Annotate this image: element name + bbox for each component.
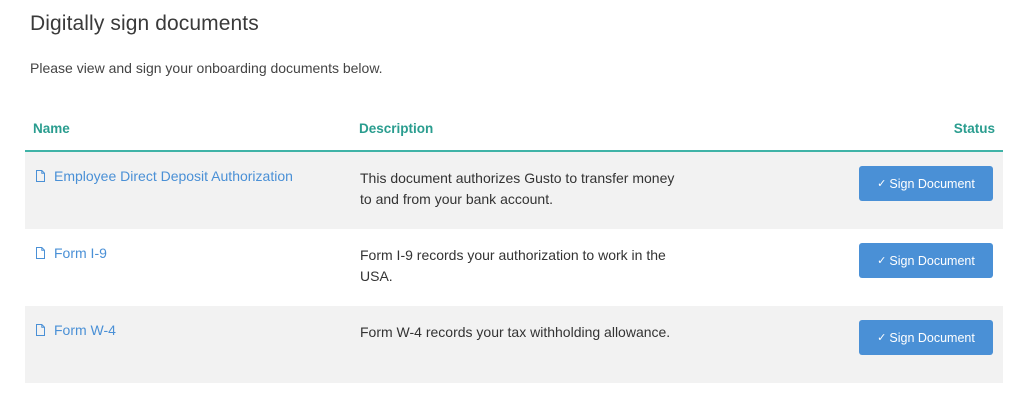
column-header-name: Name [33, 121, 70, 136]
check-icon: ✓ [877, 178, 887, 190]
table-header: Name Description Status [25, 112, 1003, 152]
document-link[interactable]: Form W-4 [35, 322, 116, 338]
sign-document-button[interactable]: ✓ Sign Document [859, 243, 993, 278]
sign-document-button[interactable]: ✓ Sign Document [859, 166, 993, 201]
document-description: This document authorizes Gusto to transf… [360, 170, 675, 207]
sign-documents-page: Digitally sign documents Please view and… [0, 0, 1024, 401]
documents-table: Name Description Status Employee Direct … [25, 112, 1003, 383]
document-link[interactable]: Form I-9 [35, 245, 107, 261]
table-row: Form I-9 Form I-9 records your authoriza… [25, 229, 1003, 306]
document-icon [36, 247, 45, 259]
sign-document-button[interactable]: ✓ Sign Document [859, 320, 993, 355]
table-row: Form W-4 Form W-4 records your tax withh… [25, 306, 1003, 383]
table-row: Employee Direct Deposit Authorization Th… [25, 152, 1003, 229]
document-icon [36, 170, 45, 182]
check-icon: ✓ [877, 332, 887, 344]
page-title: Digitally sign documents [30, 12, 259, 35]
document-description: Form W-4 records your tax withholding al… [360, 324, 671, 340]
document-name: Employee Direct Deposit Authorization [54, 168, 293, 184]
sign-document-label: Sign Document [889, 253, 975, 268]
column-header-description: Description [359, 121, 434, 136]
document-link[interactable]: Employee Direct Deposit Authorization [35, 168, 293, 184]
sign-document-label: Sign Document [889, 330, 975, 345]
document-name: Form W-4 [54, 322, 116, 338]
document-description: Form I-9 records your authorization to w… [360, 247, 666, 284]
document-icon [36, 324, 45, 336]
column-header-status: Status [953, 121, 995, 136]
page-subtitle: Please view and sign your onboarding doc… [30, 60, 383, 76]
sign-document-label: Sign Document [889, 176, 975, 191]
check-icon: ✓ [877, 255, 887, 267]
document-name: Form I-9 [54, 245, 107, 261]
